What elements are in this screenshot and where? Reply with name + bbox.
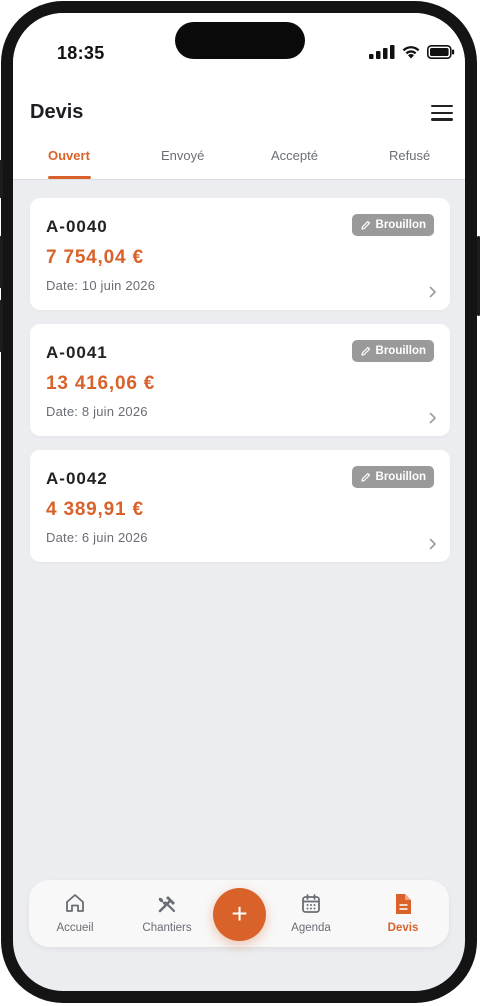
quote-card[interactable]: A-0041 13 416,06 € Date: 8 juin 2026 Bro… (30, 324, 450, 436)
pencil-icon (360, 346, 370, 356)
calendar-icon (302, 894, 320, 913)
quote-number: A-0040 (46, 217, 108, 236)
screen: 18:35 Devis Ouvert Envoyé Accepté Refusé… (13, 13, 465, 991)
pencil-icon (360, 472, 370, 482)
tab-accepte[interactable]: Accepté (271, 148, 318, 163)
nav-item-accueil[interactable]: Accueil (40, 880, 110, 947)
chevron-right-icon (429, 286, 436, 298)
quote-amount: 13 416,06 € (46, 373, 156, 394)
volume-down-button (0, 300, 3, 352)
volume-up-button (0, 236, 3, 288)
menu-icon[interactable] (431, 105, 453, 121)
plus-icon: + (231, 898, 248, 929)
quote-date: Date: 8 juin 2026 (46, 404, 148, 419)
nav-label: Agenda (291, 922, 331, 934)
quote-amount: 7 754,04 € (46, 247, 144, 268)
status-badge: Brouillon (351, 466, 434, 488)
quote-number: A-0041 (46, 343, 108, 362)
add-quote-button[interactable]: + (213, 888, 266, 941)
tools-icon (158, 896, 176, 913)
dynamic-island (175, 22, 305, 59)
home-icon (66, 894, 84, 912)
page-title: Devis (30, 101, 84, 123)
quote-date: Date: 6 juin 2026 (46, 530, 148, 545)
tab-ouvert[interactable]: Ouvert (48, 148, 90, 163)
chevron-right-icon (429, 538, 436, 550)
status-bar: 18:35 (13, 13, 465, 75)
status-icons (369, 44, 455, 59)
nav-item-agenda[interactable]: Agenda (276, 880, 346, 947)
action-button (0, 160, 3, 198)
status-badge: Brouillon (351, 340, 434, 362)
active-tab-indicator (48, 176, 91, 179)
app-header: Devis (13, 75, 465, 133)
nav-label: Devis (387, 922, 419, 934)
nav-item-chantiers[interactable]: Chantiers (132, 880, 202, 947)
signal-icon (369, 44, 395, 59)
tab-envoye[interactable]: Envoyé (161, 148, 204, 163)
status-badge-label: Brouillon (375, 471, 426, 483)
document-icon (396, 894, 411, 914)
nav-label: Accueil (56, 922, 94, 934)
quote-amount: 4 389,91 € (46, 499, 144, 520)
tab-refuse[interactable]: Refusé (389, 148, 430, 163)
quote-date: Date: 10 juin 2026 (46, 278, 156, 293)
chevron-right-icon (429, 412, 436, 424)
quote-number: A-0042 (46, 469, 108, 488)
quote-card[interactable]: A-0040 7 754,04 € Date: 10 juin 2026 Bro… (30, 198, 450, 310)
quote-card[interactable]: A-0042 4 389,91 € Date: 6 juin 2026 Brou… (30, 450, 450, 562)
status-badge-label: Brouillon (375, 345, 426, 357)
status-time: 18:35 (57, 43, 105, 63)
status-badge: Brouillon (351, 214, 434, 236)
wifi-icon (402, 46, 420, 59)
pencil-icon (360, 220, 370, 230)
status-badge-label: Brouillon (375, 219, 426, 231)
status-tabs: Ouvert Envoyé Accepté Refusé (13, 133, 465, 180)
battery-icon (427, 44, 455, 59)
nav-label: Chantiers (142, 922, 192, 934)
nav-item-devis[interactable]: Devis (368, 880, 438, 947)
